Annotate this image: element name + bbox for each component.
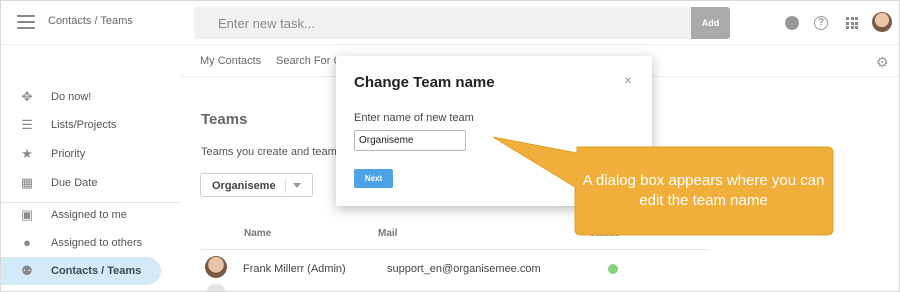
add-task-button[interactable]: Add: [691, 7, 730, 39]
gear-icon[interactable]: ⚙: [876, 54, 889, 71]
sidebar-item-priority[interactable]: ★ Priority: [1, 140, 161, 168]
next-button[interactable]: Next: [354, 169, 393, 188]
dialog-title: Change Team name: [354, 74, 495, 91]
inbox-icon: ▣: [20, 207, 34, 222]
page-title: Teams: [201, 111, 248, 128]
column-header-status: Status: [589, 228, 620, 239]
star-icon: ★: [21, 146, 33, 161]
breadcrumb: Contacts / Teams: [48, 15, 133, 27]
sidebar-item-contacts-teams[interactable]: ⚉ Contacts / Teams: [1, 257, 161, 285]
sidebar-item-lists-projects[interactable]: ☰ Lists/Projects: [1, 111, 161, 139]
sidebar-item-do-now[interactable]: ✥ Do now!: [1, 83, 161, 111]
calendar-icon: ▦: [20, 175, 34, 190]
team-select-value: Organiseme: [212, 180, 276, 192]
app-window: Contacts / Teams Add ? ✥ Do now! ☰ Lists…: [0, 0, 900, 292]
people-icon: ⚉: [21, 263, 33, 278]
hamburger-menu-icon[interactable]: [17, 15, 35, 29]
close-icon[interactable]: ×: [624, 72, 632, 88]
team-name-label: Enter name of new team: [354, 112, 474, 124]
callout-text: A dialog box appears where you can edit …: [582, 172, 825, 209]
member-mail: support_en@organisemee.com: [387, 263, 541, 275]
member-avatar: [205, 284, 227, 291]
team-select[interactable]: Organiseme: [200, 173, 313, 197]
sidebar-item-label: Due Date: [51, 177, 98, 189]
top-bar: Contacts / Teams Add ?: [1, 1, 899, 45]
chevron-down-icon: [293, 183, 301, 188]
help-icon[interactable]: ?: [814, 16, 828, 30]
notification-icon[interactable]: [785, 16, 799, 30]
sidebar-item-assigned-to-others[interactable]: ● Assigned to others: [1, 229, 161, 257]
sidebar-item-label: Lists/Projects: [51, 119, 117, 131]
tab-search-for-contacts[interactable]: Search For C: [276, 55, 341, 67]
select-divider: [285, 179, 286, 193]
person-icon: ●: [23, 235, 31, 250]
apps-grid-icon[interactable]: [846, 17, 858, 29]
member-avatar: [205, 256, 227, 278]
status-online-icon: [608, 264, 618, 274]
column-header-name: Name: [244, 228, 272, 239]
gamepad-icon: ✥: [21, 89, 33, 104]
sidebar-item-label: Priority: [51, 148, 86, 160]
column-header-mail: Mail: [378, 228, 398, 239]
list-icon: ☰: [21, 117, 33, 132]
new-task-bar: Add: [194, 7, 730, 39]
team-name-input[interactable]: [354, 130, 466, 151]
sidebar-item-label: Assigned to me: [51, 209, 127, 221]
user-avatar[interactable]: [872, 12, 892, 32]
sidebar-item-label: Do now!: [51, 91, 92, 103]
table-header-divider: [201, 249, 709, 250]
teams-description: Teams you create and teams y: [201, 146, 351, 158]
sidebar-item-label: Assigned to others: [51, 237, 143, 249]
new-task-input[interactable]: [194, 7, 691, 39]
sidebar-item-label: Contacts / Teams: [51, 265, 142, 277]
tab-my-contacts[interactable]: My Contacts: [200, 55, 261, 67]
sidebar-item-assigned-to-me[interactable]: ▣ Assigned to me: [1, 201, 161, 229]
member-name: Frank Millerr (Admin): [243, 263, 346, 275]
sidebar: ✥ Do now! ☰ Lists/Projects ★ Priority ▦ …: [1, 45, 181, 291]
sidebar-item-due-date[interactable]: ▦ Due Date: [1, 169, 161, 197]
